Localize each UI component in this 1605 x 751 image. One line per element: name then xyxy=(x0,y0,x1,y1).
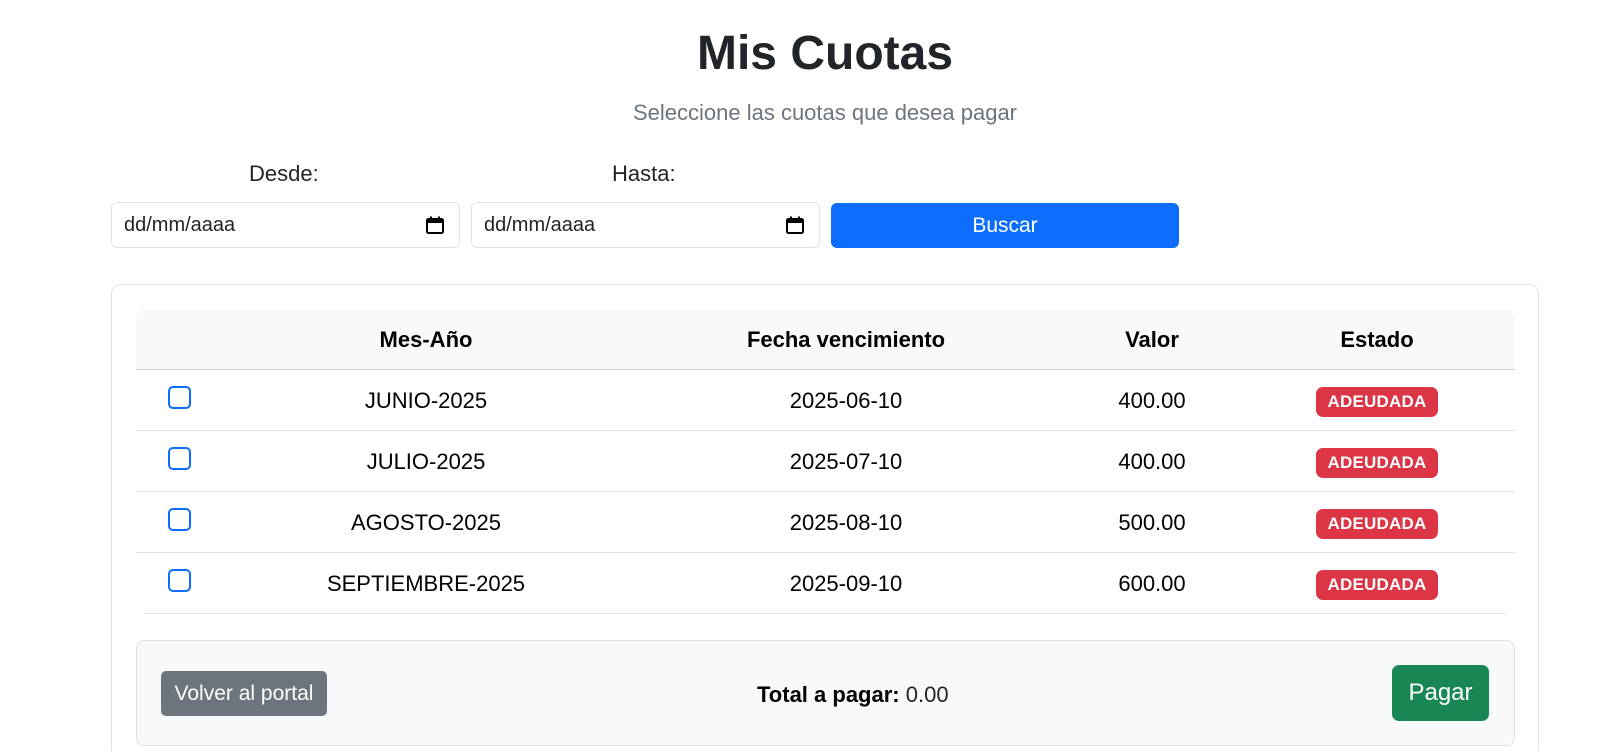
valor-cell: 400.00 xyxy=(1118,388,1186,413)
row-checkbox[interactable] xyxy=(168,447,191,470)
page-title: Mis Cuotas xyxy=(696,27,954,80)
fecha-cell: 2025-09-10 xyxy=(789,571,903,596)
desde-date-input[interactable]: dd/mm/aaaa xyxy=(111,202,460,248)
mes-anio-cell: SEPTIEMBRE-2025 xyxy=(326,571,526,596)
status-badge: ADEUDADA xyxy=(1316,448,1438,478)
pay-button[interactable]: Pagar xyxy=(1392,665,1489,721)
valor-cell: 500.00 xyxy=(1118,510,1186,535)
column-header-valor: Valor xyxy=(1125,327,1179,352)
table-row: JUNIO-2025 2025-06-10 400.00 ADEUDADA xyxy=(136,370,1515,431)
status-badge: ADEUDADA xyxy=(1316,509,1438,539)
row-checkbox[interactable] xyxy=(168,508,191,531)
total-display: Total a pagar: 0.00 xyxy=(757,680,949,710)
fecha-cell: 2025-08-10 xyxy=(789,510,903,535)
total-value: 0.00 xyxy=(905,682,949,707)
column-header-fecha: Fecha vencimiento xyxy=(746,327,946,352)
calendar-icon[interactable] xyxy=(425,215,445,235)
valor-cell: 600.00 xyxy=(1118,571,1186,596)
desde-date-text: dd/mm/aaaa xyxy=(124,213,236,236)
table-row: JULIO-2025 2025-07-10 400.00 ADEUDADA xyxy=(136,431,1515,492)
mes-anio-cell: JUNIO-2025 xyxy=(364,388,488,413)
table-row: AGOSTO-2025 2025-08-10 500.00 ADEUDADA xyxy=(136,492,1515,553)
page-subtitle: Seleccione las cuotas que desea pagar xyxy=(632,100,1018,125)
total-label: Total a pagar: xyxy=(757,682,900,707)
column-header-estado: Estado xyxy=(1340,327,1414,352)
column-header-mes-anio: Mes-Año xyxy=(379,327,473,352)
back-to-portal-button[interactable]: Volver al portal xyxy=(161,671,327,716)
status-badge: ADEUDADA xyxy=(1316,387,1438,417)
status-badge: ADEUDADA xyxy=(1316,570,1438,600)
hasta-label: Hasta: xyxy=(612,161,676,186)
page: Mis Cuotas Seleccione las cuotas que des… xyxy=(0,0,1605,751)
table-row: SEPTIEMBRE-2025 2025-09-10 600.00 ADEUDA… xyxy=(145,553,1506,614)
mes-anio-cell: AGOSTO-2025 xyxy=(351,510,501,535)
hasta-date-input[interactable]: dd/mm/aaaa xyxy=(471,202,820,248)
fecha-cell: 2025-07-10 xyxy=(789,449,903,474)
search-button[interactable]: Buscar xyxy=(831,203,1179,248)
mes-anio-cell: JULIO-2025 xyxy=(366,449,486,474)
valor-cell: 400.00 xyxy=(1118,449,1186,474)
hasta-date-text: dd/mm/aaaa xyxy=(484,213,596,236)
fecha-cell: 2025-06-10 xyxy=(789,388,903,413)
calendar-icon[interactable] xyxy=(785,215,805,235)
desde-label: Desde: xyxy=(249,161,319,186)
table-header: Mes-Año Fecha vencimiento Valor Estado xyxy=(136,310,1515,370)
row-checkbox[interactable] xyxy=(168,386,191,409)
row-checkbox[interactable] xyxy=(168,569,191,592)
